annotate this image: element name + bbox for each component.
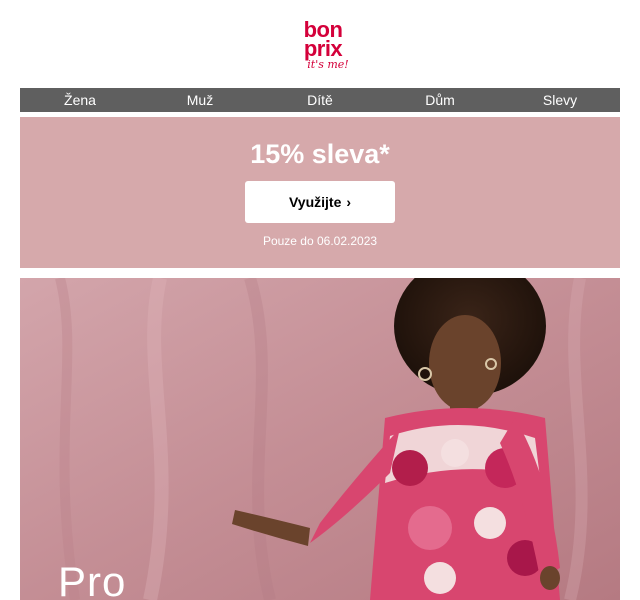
- hero-banner[interactable]: Pro: [20, 278, 620, 600]
- nav-item-dum[interactable]: Dům: [380, 92, 500, 108]
- chevron-right-icon: ›: [346, 194, 352, 210]
- promo-title: 15% sleva*: [250, 139, 390, 169]
- logo-word-prix: prix: [303, 36, 343, 61]
- nav-item-slevy[interactable]: Slevy: [500, 92, 620, 108]
- hero-heading: Pro: [58, 558, 127, 600]
- promo-banner: 15% sleva* Využijte › Pouze do 06.02.202…: [20, 117, 620, 268]
- main-navigation: Žena Muž Dítě Dům Slevy: [20, 88, 620, 112]
- nav-item-dite[interactable]: Dítě: [260, 92, 380, 108]
- nav-item-zena[interactable]: Žena: [20, 92, 140, 108]
- email-page: bon prix it's me! Žena Muž Dítě Dům Slev…: [0, 0, 640, 600]
- promo-cta-label: Využijte: [288, 194, 342, 210]
- logo-tagline: it's me!: [307, 58, 349, 71]
- nav-item-muz[interactable]: Muž: [140, 92, 260, 108]
- promo-cta-button[interactable]: Využijte ›: [245, 181, 395, 223]
- bonprix-logo[interactable]: bon prix it's me!: [288, 19, 358, 78]
- promo-validity: Pouze do 06.02.2023: [262, 234, 378, 248]
- hero-image: [20, 278, 620, 600]
